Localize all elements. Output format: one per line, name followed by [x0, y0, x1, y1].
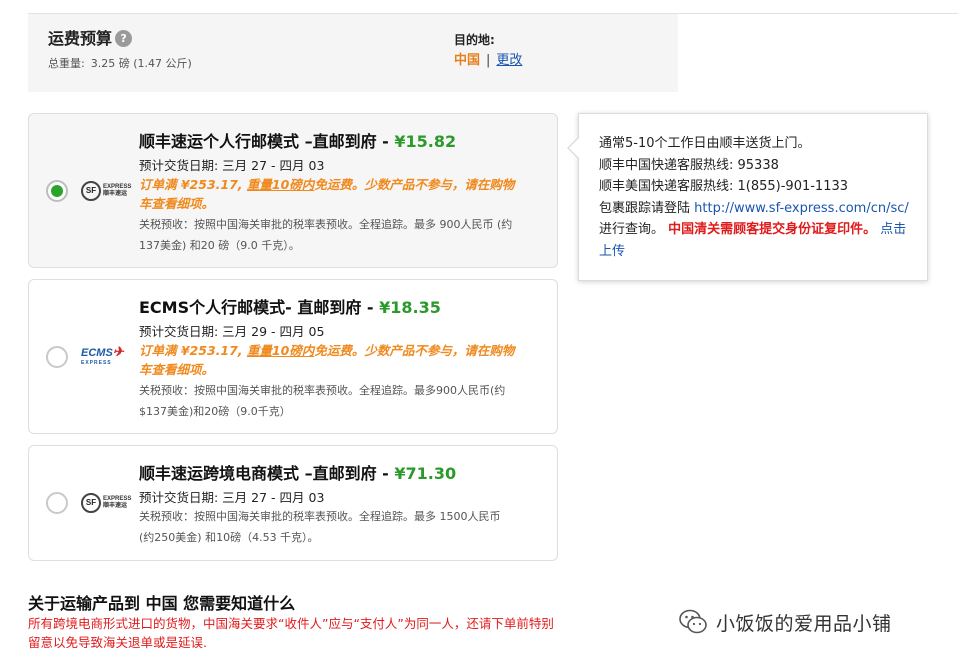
destination-separator: |: [486, 53, 491, 68]
weight-limit-link[interactable]: 重量10磅内: [247, 343, 314, 358]
weight-limit-link[interactable]: 重量10磅内: [247, 177, 314, 192]
customs-note: 关税预收：按照中国海关审批的税率表预收。全程追踪。最多900人民币(约$137美…: [139, 384, 506, 418]
shipping-knowledge-title: 关于运输产品到 中国 您需要知道什么: [28, 594, 296, 613]
option-price: ¥18.35: [379, 298, 441, 317]
delivery-date: 预计交货日期: 三月 27 - 四月 03: [139, 490, 325, 505]
tracking-link[interactable]: http://www.sf-express.com/cn/sc/: [694, 201, 909, 216]
free-shipping-promo: 订单满 ¥253.17, 重量10磅内免运费。少数产品不参与，请在购物车查看细项…: [139, 343, 515, 377]
total-weight: 总重量: 3.25 磅 (1.47 公斤): [48, 57, 192, 70]
customs-note: 关税预收：按照中国海关审批的税率表预收。全程追踪。最多 1500人民币 (约25…: [139, 510, 501, 544]
ecms-swoosh-icon: ✈: [112, 343, 124, 359]
option-price: ¥15.82: [394, 132, 457, 151]
change-destination-link[interactable]: 更改: [496, 53, 522, 68]
option-radio[interactable]: [46, 180, 68, 202]
option-radio[interactable]: [46, 346, 68, 368]
ecms-express-logo: ECMS✈ EXPRESS: [81, 343, 124, 366]
destination-label: 目的地:: [454, 33, 495, 47]
id-requirement-notice: 中国清关需顾客提交身份证复印件。: [668, 222, 877, 238]
option-radio[interactable]: [46, 492, 68, 514]
info-body: 通常5-10个工作日由顺丰送货上门。 顺丰中国快递客服热线: 95338 顺丰美…: [599, 136, 909, 259]
delivery-date: 预计交货日期: 三月 27 - 四月 03: [139, 158, 325, 173]
customs-note: 关税预收：按照中国海关审批的税率表预收。全程追踪。最多 900人民币 (约137…: [139, 218, 513, 252]
destination-country: 中国: [454, 53, 481, 68]
destination-line: 中国 | 更改: [454, 49, 522, 68]
shipping-info-popover: 通常5-10个工作日由顺丰送货上门。 顺丰中国快递客服热线: 95338 顺丰美…: [567, 113, 928, 281]
help-icon[interactable]: ?: [115, 30, 133, 47]
shipping-option-sf-crossborder[interactable]: SF EXPRESS 顺丰速运 顺丰速运跨境电商模式 –直邮到府 - ¥71.3…: [28, 445, 558, 561]
shipping-option-sf-personal[interactable]: SF EXPRESS 顺丰速运 顺丰速运个人行邮模式 –直邮到府 - ¥15.8…: [28, 113, 558, 268]
watermark: 小饭饭的爱用品小铺: [678, 607, 892, 637]
shipping-estimate-panel: 运费预算? 总重量: 3.25 磅 (1.47 公斤) 目的地: 中国 | 更改: [28, 14, 678, 92]
watermark-text: 小饭饭的爱用品小铺: [716, 612, 892, 635]
option-title: 顺丰速运跨境电商模式 –直邮到府 - ¥71.30: [139, 464, 457, 483]
option-price: ¥71.30: [394, 464, 457, 483]
estimate-title: 运费预算?: [48, 25, 133, 49]
delivery-date: 预计交货日期: 三月 29 - 四月 05: [139, 324, 325, 339]
sf-express-logo: SF EXPRESS 顺丰速运: [81, 492, 131, 514]
free-shipping-promo: 订单满 ¥253.17, 重量10磅内免运费。少数产品不参与，请在购物车查看细项…: [139, 177, 515, 211]
sf-express-logo: SF EXPRESS 顺丰速运: [81, 180, 131, 202]
customs-warning-notice: 所有跨境电商形式进口的货物，中国海关要求“收件人”应与“支付人”为同一人，还请下…: [28, 616, 554, 650]
option-title: ECMS个人行邮模式- 直邮到府 - ¥18.35: [139, 298, 441, 317]
option-title: 顺丰速运个人行邮模式 –直邮到府 - ¥15.82: [139, 132, 457, 151]
wechat-icon: [679, 609, 707, 634]
shipping-option-ecms[interactable]: ECMS✈ EXPRESS ECMS个人行邮模式- 直邮到府 - ¥18.35 …: [28, 279, 558, 434]
